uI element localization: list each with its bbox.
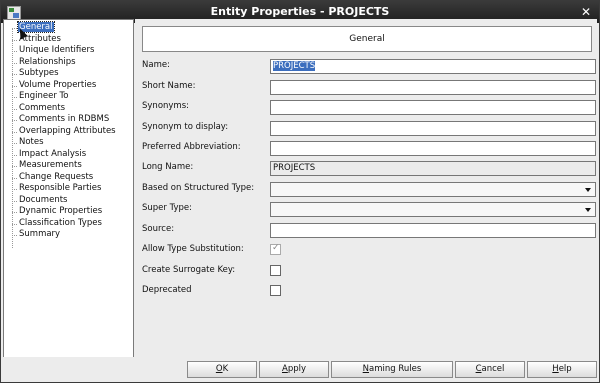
panel-header: General	[142, 26, 592, 52]
synonyms-label: Synonyms:	[142, 101, 190, 111]
nav-item-relationships[interactable]: Relationships	[4, 57, 133, 69]
nav-item-documents[interactable]: Documents	[4, 195, 133, 207]
name-input[interactable]: PROJECTS	[270, 59, 596, 74]
nav-item-subtypes[interactable]: Subtypes	[4, 68, 133, 80]
source-label: Source:	[142, 224, 175, 234]
synonym-display-input[interactable]	[270, 121, 596, 136]
app-icon	[7, 6, 21, 20]
button-bar: OK Apply Naming Rules Cancel Help	[1, 357, 599, 382]
nav-item-volume-properties[interactable]: Volume Properties	[4, 80, 133, 92]
long-name-label: Long Name:	[142, 162, 194, 172]
nav-item-responsible-parties[interactable]: Responsible Parties	[4, 183, 133, 195]
nav-item-summary[interactable]: Summary	[4, 229, 133, 241]
surrogate-key-label: Create Surrogate Key:	[142, 265, 236, 275]
deprecated-checkbox[interactable]	[270, 285, 281, 296]
nav-item-comments-in-rdbms[interactable]: Comments in RDBMS	[4, 114, 133, 126]
help-button[interactable]: Help	[527, 361, 597, 378]
short-name-input[interactable]	[270, 80, 596, 95]
name-value: PROJECTS	[273, 61, 316, 71]
synonyms-input[interactable]	[270, 100, 596, 115]
naming-rules-button[interactable]: Naming Rules	[331, 361, 453, 378]
surrogate-key-checkbox[interactable]	[270, 265, 281, 276]
deprecated-label: Deprecated	[142, 285, 192, 295]
nav-item-classification-types[interactable]: Classification Types	[4, 218, 133, 230]
nav-item-notes[interactable]: Notes	[4, 137, 133, 149]
short-name-label: Short Name:	[142, 81, 196, 91]
allow-substitution-label: Allow Type Substitution:	[142, 244, 244, 254]
super-type-select[interactable]	[270, 202, 596, 217]
nav-item-engineer-to[interactable]: Engineer To	[4, 91, 133, 103]
general-panel: General Name: PROJECTS Short Name: Synon…	[135, 19, 597, 356]
window-title: Entity Properties - PROJECTS	[210, 5, 390, 18]
nav-item-unique-identifiers[interactable]: Unique Identifiers	[4, 45, 133, 57]
name-label: Name:	[142, 60, 170, 70]
preferred-abbreviation-input[interactable]	[270, 141, 596, 156]
nav-item-dynamic-properties[interactable]: Dynamic Properties	[4, 206, 133, 218]
based-on-label: Based on Structured Type:	[142, 183, 255, 193]
super-type-label: Super Type:	[142, 203, 192, 213]
preferred-abbreviation-label: Preferred Abbreviation:	[142, 142, 241, 152]
category-tree: General Attributes Unique Identifiers Re…	[3, 19, 134, 358]
source-input[interactable]	[270, 223, 596, 238]
entity-properties-dialog: Entity Properties - PROJECTS ✕ General A…	[0, 0, 600, 383]
nav-item-impact-analysis[interactable]: Impact Analysis	[4, 149, 133, 161]
apply-button[interactable]: Apply	[259, 361, 329, 378]
nav-item-measurements[interactable]: Measurements	[4, 160, 133, 172]
nav-item-overlapping-attributes[interactable]: Overlapping Attributes	[4, 126, 133, 138]
ok-button[interactable]: OK	[187, 361, 257, 378]
allow-substitution-checkbox[interactable]	[270, 243, 281, 255]
based-on-structured-type-select[interactable]	[270, 182, 596, 197]
nav-item-change-requests[interactable]: Change Requests	[4, 172, 133, 184]
long-name-field: PROJECTS	[270, 161, 596, 176]
nav-item-comments[interactable]: Comments	[4, 103, 133, 115]
synonym-display-label: Synonym to display:	[142, 122, 229, 132]
cancel-button[interactable]: Cancel	[455, 361, 525, 378]
